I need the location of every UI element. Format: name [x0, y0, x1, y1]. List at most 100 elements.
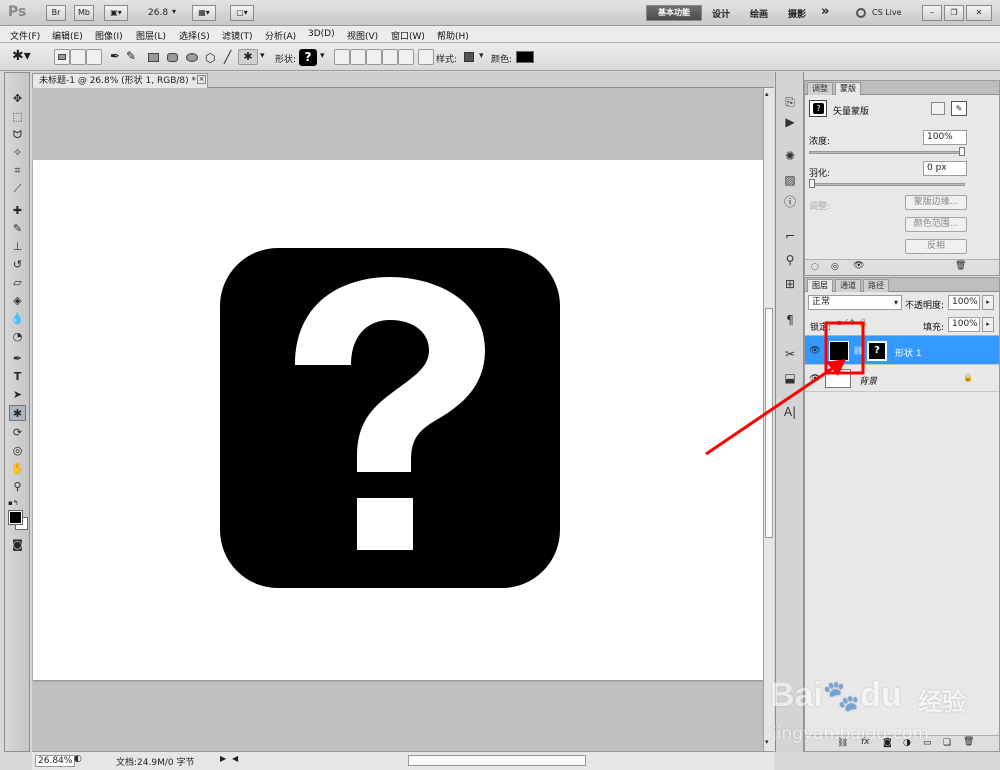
paint-bucket-tool-icon[interactable]: ◈ — [9, 293, 26, 309]
layer-row-shape[interactable]: 👁 ⛓ ? 形状 1 — [805, 335, 999, 365]
cs-live-icon[interactable] — [856, 8, 866, 18]
combine-subtract-button[interactable] — [350, 49, 366, 65]
document-canvas[interactable] — [33, 160, 763, 680]
pen-tool-icon[interactable]: ✒ — [9, 351, 26, 367]
brush-preset-panel-icon[interactable]: ⌐ — [781, 228, 799, 244]
line-shape-icon[interactable]: ╱ — [224, 50, 231, 64]
menu-window[interactable]: 窗口(W) — [391, 29, 425, 42]
move-tool-icon[interactable]: ✥ — [9, 91, 26, 107]
vector-mask-button[interactable]: ✎ — [951, 101, 967, 116]
style-swatch[interactable] — [464, 52, 474, 62]
clone-source-panel-icon[interactable]: ⚲ — [781, 252, 799, 268]
screen-mode-button[interactable]: ▢▾ — [230, 5, 254, 21]
minibridge-button[interactable]: Mb — [74, 5, 94, 21]
close-document-icon[interactable]: × — [197, 75, 206, 84]
combine-exclude-button[interactable] — [382, 49, 398, 65]
tool-presets-panel-icon[interactable]: ⊞ — [781, 276, 799, 292]
shape-picker[interactable]: ? — [299, 49, 317, 66]
layer-link-icon[interactable]: ⛓ — [853, 346, 863, 355]
custom-shape-dropdown-icon[interactable]: ▾ — [260, 51, 265, 61]
combine-intersect-button[interactable] — [366, 49, 382, 65]
workspace-design-link[interactable]: 设计 — [712, 7, 730, 20]
ellipse-shape-icon[interactable] — [186, 53, 198, 62]
polygon-shape-icon[interactable]: ⬡ — [205, 51, 215, 65]
vertical-scrollbar[interactable]: ▴ ▾ — [763, 88, 774, 751]
history-brush-tool-icon[interactable]: ↺ — [9, 257, 26, 273]
shape-layers-mode-button[interactable] — [54, 49, 70, 65]
style-dropdown-icon[interactable]: ▾ — [479, 51, 484, 61]
fill-pixels-mode-button[interactable] — [86, 49, 102, 65]
tab-adjustments[interactable]: 调整 — [807, 82, 833, 95]
custom-shape-tool-button[interactable]: ✱ — [238, 49, 258, 65]
combine-add-button[interactable] — [334, 49, 350, 65]
paragraph-panel-icon[interactable]: ¶ — [781, 312, 799, 328]
actions-panel-icon[interactable]: ▶ — [781, 114, 799, 130]
zoom-level-display[interactable]: 26.8 — [148, 8, 168, 18]
fill-input[interactable]: 100% — [948, 317, 980, 332]
load-selection-icon[interactable]: ◌ — [811, 262, 819, 272]
paths-mode-button[interactable] — [70, 49, 86, 65]
status-menu-arrow-icon[interactable]: ▶ — [220, 754, 226, 763]
rectangle-shape-icon[interactable] — [148, 53, 159, 62]
zoom-tool-icon[interactable]: ⚲ — [9, 479, 26, 495]
lock-options-icons[interactable]: ▫ ⁄ ✥ 🔒 — [837, 318, 868, 327]
tool-preset-icon[interactable]: ✱▾ — [12, 48, 31, 64]
color-range-button[interactable]: 颜色范围... — [905, 217, 967, 232]
fill-dropdown-icon[interactable]: ▸ — [982, 317, 994, 332]
scroll-thumb[interactable] — [765, 308, 773, 538]
cs-live-label[interactable]: CS Live — [872, 8, 902, 17]
minimize-button[interactable]: – — [922, 5, 942, 21]
tab-masks[interactable]: 蒙版 — [835, 82, 861, 95]
custom-shape-tool-icon[interactable]: ✱ — [9, 405, 26, 421]
horizontal-scrollbar-thumb[interactable] — [408, 755, 586, 766]
scroll-down-arrow-icon[interactable]: ▾ — [765, 738, 769, 746]
path-selection-tool-icon[interactable]: ➤ — [9, 387, 26, 403]
menu-view[interactable]: 视图(V) — [347, 29, 378, 42]
tab-layers[interactable]: 图层 — [807, 279, 833, 292]
disable-mask-icon[interactable]: 👁 — [853, 261, 864, 271]
hand-tool-icon[interactable]: ✋ — [9, 461, 26, 477]
mask-edge-button[interactable]: 蒙版边缘... — [905, 195, 967, 210]
swatches-panel-icon[interactable]: ⬓ — [781, 370, 799, 386]
freeform-pen-icon[interactable]: ✎ — [126, 49, 136, 63]
feather-slider-handle[interactable] — [809, 179, 815, 188]
feather-slider[interactable] — [809, 183, 965, 186]
eyedropper-tool-icon[interactable]: ⟋ — [9, 181, 26, 197]
eraser-tool-icon[interactable]: ▱ — [9, 275, 26, 291]
workspace-photography-link[interactable]: 摄影 — [788, 7, 806, 20]
opacity-input[interactable]: 100% — [948, 295, 980, 310]
workspace-painting-link[interactable]: 绘画 — [750, 7, 768, 20]
tab-channels[interactable]: 通道 — [835, 279, 861, 292]
type-tool-icon[interactable]: T — [9, 369, 26, 385]
clone-stamp-tool-icon[interactable]: ⊥ — [9, 239, 26, 255]
lasso-tool-icon[interactable]: ᗢ — [9, 127, 26, 143]
menu-analysis[interactable]: 分析(A) — [265, 29, 296, 42]
close-button[interactable]: ✕ — [966, 5, 992, 21]
combine-new-button[interactable] — [398, 49, 414, 65]
shape-picker-dropdown-icon[interactable]: ▾ — [320, 51, 325, 61]
density-slider[interactable] — [809, 151, 965, 154]
layer-name-shape[interactable]: 形状 1 — [895, 346, 922, 359]
marquee-tool-icon[interactable]: ⬚ — [9, 109, 26, 125]
invert-button[interactable]: 反相 — [905, 239, 967, 254]
crop-tool-icon[interactable]: ⌗ — [9, 163, 26, 179]
character-panel-icon[interactable]: A| — [781, 404, 799, 420]
document-tab[interactable]: 未标题-1 @ 26.8% (形状 1, RGB/8) * — [32, 73, 208, 88]
density-slider-handle[interactable] — [959, 147, 965, 156]
apply-mask-icon[interactable]: ◎ — [831, 262, 839, 272]
layer-name-background[interactable]: 背景 — [859, 374, 877, 387]
bridge-button[interactable]: Br — [46, 5, 66, 21]
3d-orbit-tool-icon[interactable]: ◎ — [9, 443, 26, 459]
rounded-rectangle-shape-icon[interactable] — [167, 53, 178, 62]
delete-mask-icon[interactable]: 🗑 — [955, 261, 966, 271]
menu-image[interactable]: 图像(I) — [95, 29, 123, 42]
horizontal-scroll-left-icon[interactable]: ◀ — [232, 754, 238, 763]
layer-row-background[interactable]: 👁 背景 🔒 — [805, 366, 999, 392]
opacity-dropdown-icon[interactable]: ▸ — [982, 295, 994, 310]
3d-rotate-tool-icon[interactable]: ⟳ — [9, 425, 26, 441]
pixel-mask-button[interactable] — [931, 102, 945, 115]
healing-brush-tool-icon[interactable]: ✚ — [9, 203, 26, 219]
color-swatch[interactable] — [516, 51, 534, 63]
menu-layer[interactable]: 图层(L) — [136, 29, 166, 42]
quick-mask-icon[interactable]: ◙ — [9, 537, 26, 553]
